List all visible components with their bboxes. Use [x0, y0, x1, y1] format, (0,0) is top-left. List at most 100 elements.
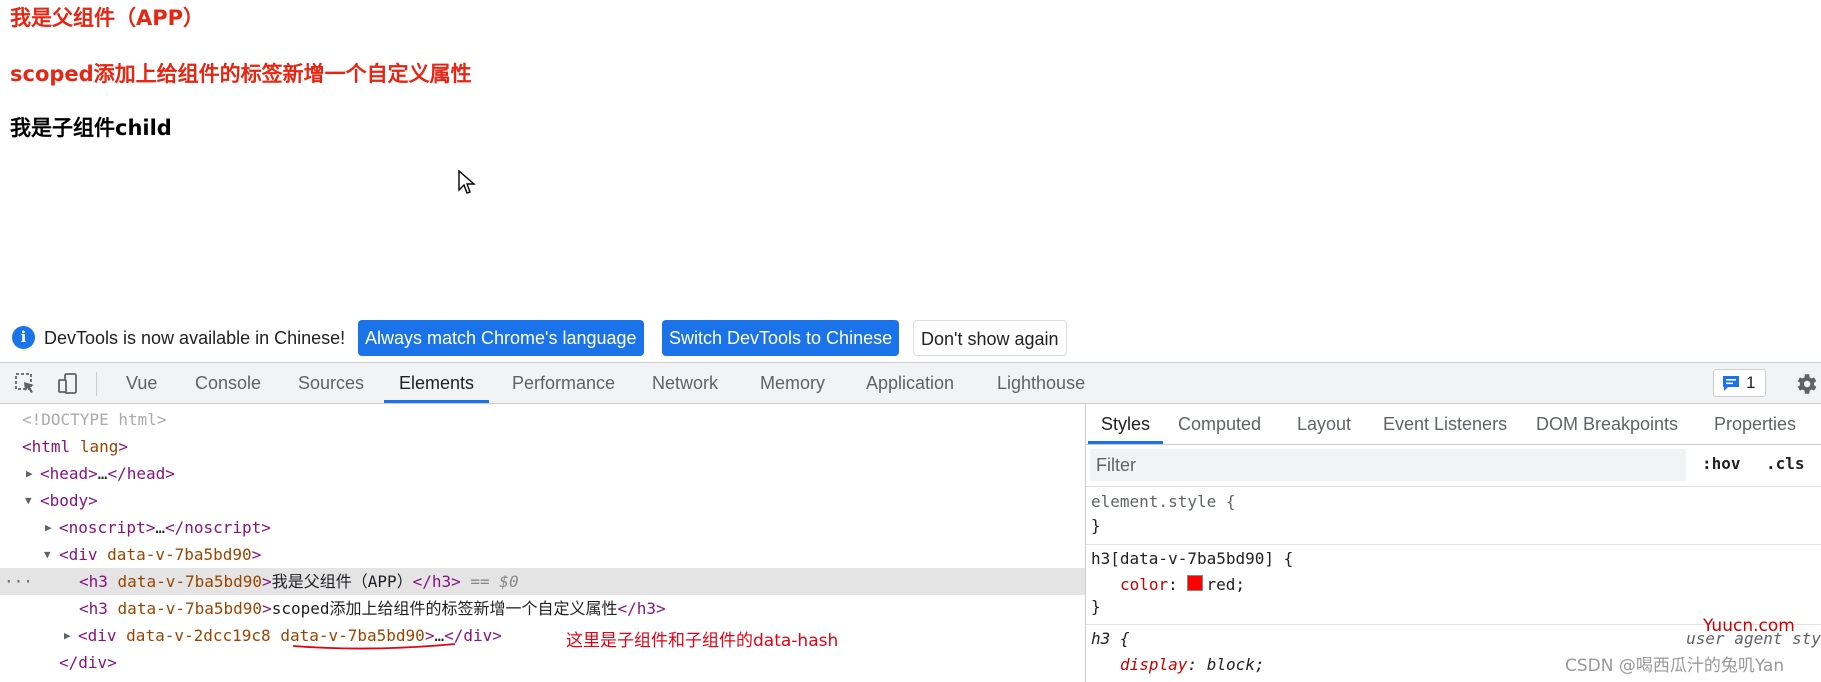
styles-filter-input[interactable]: Filter — [1090, 449, 1686, 481]
tab-computed[interactable]: Computed — [1178, 404, 1261, 444]
red-annotation-text: 这里是子组件和子组件的data-hash — [566, 631, 839, 651]
styles-pane: Styles Computed Layout Event Listeners D… — [1086, 404, 1821, 682]
more-actions-dots[interactable]: ··· — [4, 568, 33, 595]
tab-vue[interactable]: Vue — [126, 363, 157, 403]
dom-line-div-child[interactable]: ▶ <div data-v-2dcc19c8 data-v-7ba5bd90>…… — [0, 622, 1085, 649]
div-parent-hash-attr: data-v-7ba5bd90 — [107, 545, 252, 564]
html-lang-attr: lang — [79, 437, 119, 456]
collapse-triangle-icon[interactable]: ▼ — [25, 487, 32, 514]
element-style-selector[interactable]: element.style { — [1091, 492, 1236, 511]
dom-line-div-app[interactable]: ▼ <div data-v-7ba5bd90> — [0, 541, 1085, 568]
h3-close-tag: </h3> — [412, 572, 461, 591]
h3-close-tag: </h3> — [617, 599, 666, 618]
tab-properties[interactable]: Properties — [1714, 404, 1796, 444]
inspect-element-icon[interactable] — [14, 372, 38, 396]
elements-dom-tree: <!DOCTYPE html> <html lang> ▶ <head>…</h… — [0, 404, 1085, 682]
dom-line-h3-app-selected[interactable]: ··· <h3 data-v-7ba5bd90>我是父组件（APP）</h3> … — [0, 568, 1085, 595]
head-close-tag: </head> — [107, 464, 175, 483]
h3-tag-gt: > — [262, 599, 272, 618]
rule-separator — [1086, 544, 1821, 545]
csdn-watermark: CSDN @喝西瓜汁的兔叽Yan — [1565, 656, 1785, 676]
div-close-tag: </div> — [59, 653, 117, 672]
tab-console[interactable]: Console — [195, 363, 261, 403]
noscript-close-tag: </noscript> — [164, 518, 271, 537]
tab-elements[interactable]: Elements — [383, 363, 490, 403]
display-prop-value: block; — [1206, 655, 1265, 674]
settings-gear-icon[interactable] — [1793, 371, 1819, 397]
red-underline-annotation — [292, 643, 456, 650]
h3-scoped-text: scoped添加上给组件的标签新增一个自定义属性 — [271, 599, 618, 618]
filter-border — [1086, 486, 1821, 487]
head-open-tag: <head> — [40, 464, 98, 483]
info-icon: i — [12, 326, 35, 349]
cls-toggle[interactable]: .cls — [1766, 454, 1805, 473]
issues-count: 1 — [1746, 373, 1756, 392]
styles-tabs-border — [1086, 444, 1821, 445]
display-declaration[interactable]: display: block; — [1120, 655, 1265, 674]
heading-app: 我是父组件（APP） — [10, 6, 205, 30]
tab-performance[interactable]: Performance — [512, 363, 615, 403]
ua-h3-selector[interactable]: h3 { — [1091, 629, 1130, 648]
color-declaration[interactable]: color: red; — [1120, 575, 1245, 594]
yuucn-watermark: Yuucn.com — [1703, 616, 1795, 636]
heading-child: 我是子组件child — [10, 116, 172, 140]
mouse-cursor-icon — [458, 170, 476, 194]
expand-triangle-icon[interactable]: ▶ — [45, 514, 52, 541]
red-color-swatch[interactable] — [1187, 575, 1204, 591]
h3-app-text: 我是父组件（APP） — [271, 572, 413, 591]
tab-event-listeners[interactable]: Event Listeners — [1383, 404, 1507, 444]
h3-tag-gt: > — [262, 572, 272, 591]
h3-hash-attr: data-v-7ba5bd90 — [117, 572, 263, 591]
element-style-close: } — [1091, 516, 1101, 535]
doctype-text: <!DOCTYPE html> — [22, 410, 167, 429]
html-tag-close: > — [118, 437, 128, 456]
child-div-open-tag: <div — [78, 626, 117, 645]
selected-node-marker: == $0 — [470, 572, 519, 591]
head-ellipsis: … — [97, 464, 108, 483]
dom-line-doctype[interactable]: <!DOCTYPE html> — [0, 406, 1085, 433]
noscript-open-tag: <noscript> — [59, 518, 156, 537]
heading-scoped: scoped添加上给组件的标签新增一个自定义属性 — [10, 62, 472, 86]
tab-styles[interactable]: Styles — [1087, 404, 1164, 444]
rendered-page: 我是父组件（APP） scoped添加上给组件的标签新增一个自定义属性 我是子组… — [0, 0, 1821, 320]
h3-open-tag: <h3 — [79, 599, 108, 618]
display-prop-name: display — [1120, 655, 1188, 674]
always-match-language-button[interactable]: Always match Chrome's language — [358, 320, 644, 356]
issues-message-icon — [1723, 376, 1739, 391]
noscript-ellipsis: … — [155, 518, 165, 537]
tab-memory[interactable]: Memory — [760, 363, 825, 403]
dont-show-again-button[interactable]: Don't show again — [913, 320, 1067, 356]
div-tag-gt: > — [251, 545, 262, 564]
device-toolbar-icon[interactable] — [56, 372, 80, 396]
switch-devtools-chinese-button[interactable]: Switch DevTools to Chinese — [662, 320, 900, 356]
color-prop-name: color — [1120, 575, 1169, 594]
dom-line-body[interactable]: ▼ <body> — [0, 487, 1085, 514]
hov-toggle[interactable]: :hov — [1702, 454, 1741, 473]
h3-hash-attr: data-v-7ba5bd90 — [117, 599, 263, 618]
devtools-toolbar: Vue Console Sources Elements Performance… — [0, 362, 1821, 404]
body-tag: <body> — [40, 491, 98, 510]
h3-scoped-rule-selector[interactable]: h3[data-v-7ba5bd90] { — [1091, 549, 1293, 568]
tab-dom-breakpoints[interactable]: DOM Breakpoints — [1536, 404, 1678, 444]
h3-open-tag: <h3 — [79, 572, 108, 591]
color-prop-value: red; — [1206, 575, 1245, 594]
tab-network[interactable]: Network — [652, 363, 718, 403]
tab-application[interactable]: Application — [866, 363, 954, 403]
dom-line-html[interactable]: <html lang> — [0, 433, 1085, 460]
dom-line-head[interactable]: ▶ <head>…</head> — [0, 460, 1085, 487]
tab-layout[interactable]: Layout — [1297, 404, 1351, 444]
toolbar-separator — [96, 372, 97, 396]
infobar-message: DevTools is now available in Chinese! — [44, 328, 346, 348]
tab-lighthouse[interactable]: Lighthouse — [997, 363, 1085, 403]
dom-line-div-close[interactable]: </div> — [0, 649, 1085, 676]
issues-counter-button[interactable]: 1 — [1713, 369, 1766, 397]
dom-line-h3-scoped[interactable]: <h3 data-v-7ba5bd90>scoped添加上给组件的标签新增一个自… — [0, 595, 1085, 622]
expand-triangle-icon[interactable]: ▶ — [64, 622, 71, 649]
expand-triangle-icon[interactable]: ▶ — [26, 460, 33, 487]
h3-rule-close: } — [1091, 597, 1101, 616]
tab-sources[interactable]: Sources — [298, 363, 364, 403]
div-open-tag: <div — [59, 545, 98, 564]
dom-line-noscript[interactable]: ▶ <noscript>…</noscript> — [0, 514, 1085, 541]
collapse-triangle-icon[interactable]: ▼ — [44, 541, 51, 568]
devtools-language-infobar: i DevTools is now available in Chinese! … — [0, 314, 1821, 362]
